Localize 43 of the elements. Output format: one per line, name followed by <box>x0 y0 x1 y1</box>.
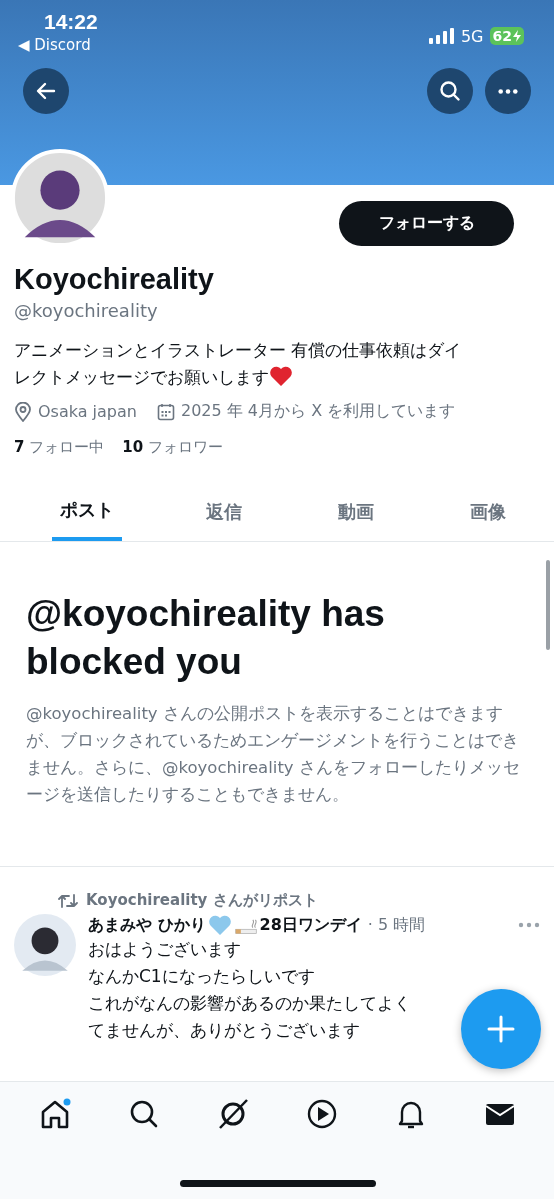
lightning-icon <box>513 30 521 42</box>
calendar-icon <box>156 402 175 421</box>
plus-icon <box>486 1014 516 1044</box>
back-to-app-link[interactable]: ◀ Discord <box>18 36 98 54</box>
post-text-line: てませんが、ありがとうございます <box>88 1019 360 1042</box>
heart-icon <box>269 365 293 387</box>
search-icon <box>438 79 462 103</box>
more-icon[interactable] <box>518 922 540 928</box>
post-time: · 5 時間 <box>367 914 426 936</box>
signal-icon <box>428 28 455 44</box>
profile-tab[interactable]: 動画 <box>290 483 422 541</box>
profile-bio-line: アニメーションとイラストレーター 有償の仕事依頼はダイ <box>14 340 462 360</box>
back-button[interactable] <box>23 68 69 114</box>
profile-handle: @koyochireality <box>14 300 159 321</box>
following-link[interactable]: 7 フォロー中 <box>14 438 105 457</box>
follow-button[interactable]: フォローする <box>339 201 514 246</box>
avatar[interactable] <box>14 914 76 976</box>
profile-tab[interactable]: ポスト <box>52 483 122 541</box>
heart-icon <box>207 914 232 936</box>
location-text: Osaka japan <box>38 402 137 421</box>
more-button[interactable] <box>485 68 531 114</box>
author-name[interactable]: あまみや ひかり <box>88 914 206 936</box>
joined-date-text: 2025 年 4月から X を利用しています <box>180 401 456 422</box>
profile-tab[interactable]: 返信 <box>158 483 290 541</box>
search-button[interactable] <box>427 68 473 114</box>
blocked-message: @koyochireality さんの公開ポストを表示することはできますが、ブロックされているためエンゲージメントを行うことはできません。さらに、@koyochireality さんをフォローしたりメッセージを送信したりすることもできません。 <box>26 703 521 806</box>
repost-label: Koyochireality さんがリポスト <box>86 891 318 910</box>
network-label: 5G <box>460 26 484 46</box>
post-text-line: これがなんの影響があるのか果たしてよく <box>88 992 411 1015</box>
more-icon <box>498 88 518 94</box>
compose-button[interactable] <box>461 989 541 1069</box>
author-name-suffix: 28日ワンデイ <box>259 914 362 936</box>
post-text-line: なんかC1になったらしいです <box>88 965 315 988</box>
profile-name: Koyochireality <box>14 263 215 296</box>
repost-icon <box>58 892 78 909</box>
status-time: 14:22 <box>43 10 98 34</box>
profile-bio-line: レクトメッセージでお願いします <box>14 367 269 387</box>
blocked-title: @koyochireality has blocked you <box>26 592 386 684</box>
profile-tab[interactable]: 画像 <box>422 483 554 541</box>
followers-link[interactable]: 10 フォロワー <box>122 438 223 457</box>
location-pin-icon <box>14 401 32 422</box>
post-text-line: おはようございます <box>88 938 241 961</box>
battery-level: 62 <box>489 27 524 45</box>
